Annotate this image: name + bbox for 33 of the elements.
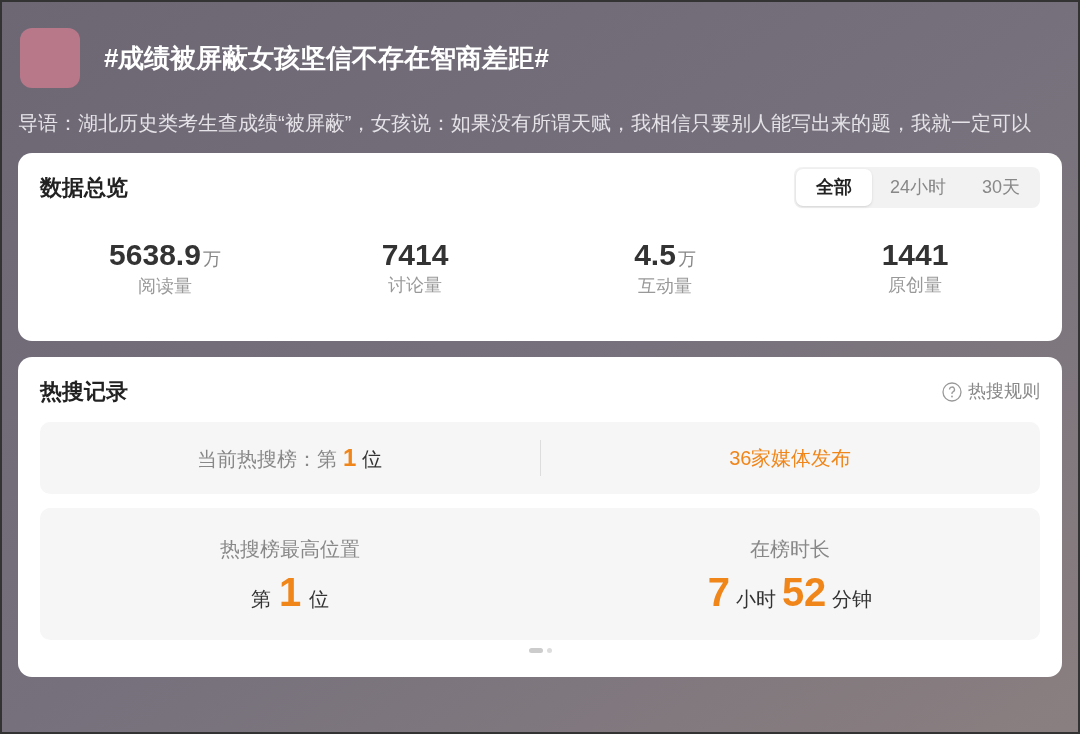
media-count-link[interactable]: 36家媒体发布: [729, 443, 852, 473]
stat-value: 4.5: [634, 238, 676, 272]
stat-unit: 万: [677, 248, 696, 271]
stat-value: 5638.9: [109, 238, 201, 272]
period-tab[interactable]: 24小时: [871, 169, 964, 206]
period-tab[interactable]: 30天: [963, 169, 1038, 206]
stat-label: 互动量: [638, 275, 692, 298]
stat-value: 1441: [881, 238, 949, 272]
section-title: 数据总览: [40, 174, 128, 202]
rank-number: 1: [343, 443, 357, 473]
duration-label: 在榜时长: [750, 537, 830, 562]
stat-unit: 万: [202, 248, 221, 271]
stat-label: 讨论量: [388, 274, 442, 297]
minutes-unit: 分钟: [832, 587, 873, 612]
section-title: 热搜记录: [40, 378, 128, 406]
help-icon: [942, 381, 962, 402]
rank-suffix: 位: [309, 587, 330, 612]
rank-suffix: 位: [362, 447, 383, 472]
avatar-photo-placeholder: [20, 28, 80, 88]
period-tab[interactable]: 全部: [795, 169, 872, 206]
rank-prefix: 第: [250, 587, 271, 612]
rules-link[interactable]: 热搜规则: [942, 378, 1040, 405]
rank-number: 1: [278, 570, 302, 614]
hours-number: 7: [707, 570, 730, 614]
stat-label: 原创量: [888, 274, 942, 297]
rank-label: 当前热搜榜：第: [197, 447, 338, 472]
hours-unit: 小时: [735, 587, 776, 612]
topic-title: #成绩被屏蔽女孩坚信不存在智商差距#: [104, 41, 549, 75]
minutes-number: 52: [781, 570, 827, 614]
stat-label: 阅读量: [138, 275, 192, 298]
peak-label: 热搜榜最高位置: [220, 537, 360, 562]
intro-text: 导语：湖北历史类考生查成绩“被屏蔽”，女孩说：如果没有所谓天赋，我相信只要别人能写出来的题，我就一定可以: [18, 111, 1033, 136]
stat-value: 7414: [381, 238, 449, 272]
